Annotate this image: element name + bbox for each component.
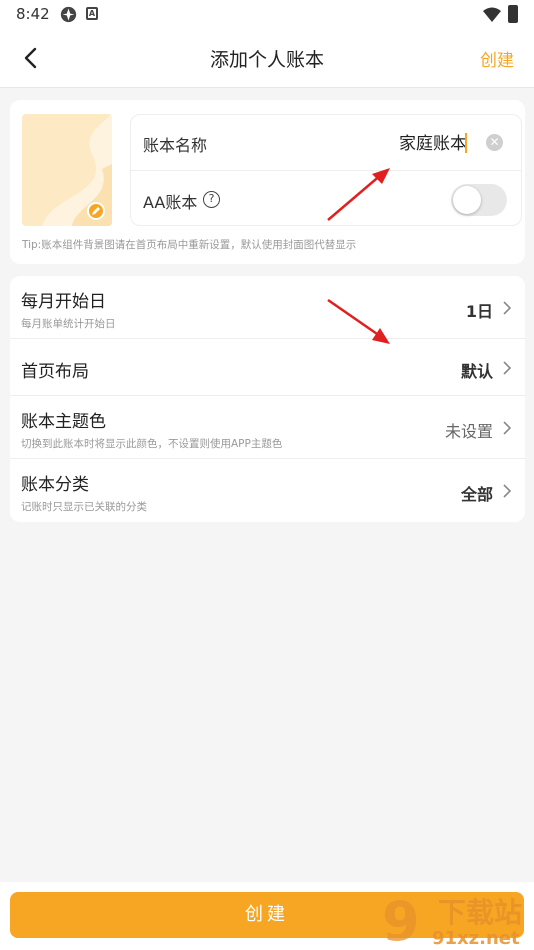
setting-title: 首页布局 xyxy=(21,362,89,382)
book-name-input[interactable]: 家庭账本 xyxy=(399,129,467,154)
annotation-arrow xyxy=(327,298,390,344)
chevron-right-icon xyxy=(503,301,512,315)
watermark-line1: 下载站 xyxy=(438,896,522,929)
chevron-right-icon xyxy=(503,484,512,498)
aa-book-label: AA账本 xyxy=(143,193,198,212)
setting-subtitle: 切换到此账本时将显示此颜色，不设置则使用APP主题色 xyxy=(21,438,283,450)
svg-text:9: 9 xyxy=(382,890,420,948)
status-bar: 8:42 A xyxy=(0,0,534,30)
setting-title: 账本分类 xyxy=(21,475,89,495)
aa-book-toggle[interactable] xyxy=(451,184,507,216)
text-cursor xyxy=(465,133,467,153)
question-icon[interactable]: ? xyxy=(203,191,220,208)
create-link[interactable]: 创建 xyxy=(480,46,514,71)
watermark-line2: 91xz.net xyxy=(432,928,520,948)
book-name-label: 账本名称 xyxy=(143,136,208,155)
header: 添加个人账本 创建 xyxy=(0,30,534,88)
chevron-right-icon xyxy=(503,421,512,435)
setting-value: 默认 xyxy=(460,362,493,381)
setting-value: 全部 xyxy=(460,485,493,504)
setting-value: 未设置 xyxy=(444,422,493,441)
setting-row-theme-color[interactable]: 账本主题色 切换到此账本时将显示此颜色，不设置则使用APP主题色 未设置 xyxy=(10,396,525,459)
annotation-arrow xyxy=(327,168,390,221)
settings-card: 每月开始日 每月账单统计开始日 1日 首页布局 默认 账本主题色 切换到此账本时… xyxy=(10,276,525,522)
app-notification-icon xyxy=(60,6,77,23)
toggle-knob xyxy=(453,186,481,214)
a-notification-icon: A xyxy=(86,7,98,20)
page-title: 添加个人账本 xyxy=(209,49,324,71)
setting-row-categories[interactable]: 账本分类 记账时只显示已关联的分类 全部 xyxy=(10,459,525,522)
setting-title: 每月开始日 xyxy=(21,292,106,312)
setting-subtitle: 记账时只显示已关联的分类 xyxy=(21,501,147,513)
wifi-icon xyxy=(483,7,501,22)
setting-row-home-layout[interactable]: 首页布局 默认 xyxy=(10,339,525,396)
setting-title: 账本主题色 xyxy=(21,412,106,432)
setting-value: 1日 xyxy=(465,302,493,321)
clear-icon[interactable]: ✕ xyxy=(486,134,503,151)
edit-cover-icon[interactable] xyxy=(87,202,105,220)
watermark-logo: 9 下载站 91xz.net xyxy=(382,890,522,948)
battery-icon xyxy=(508,5,518,23)
tip-text: Tip:账本组件背景图请在首页布局中重新设置，默认使用封面图代替显示 xyxy=(22,239,357,251)
status-time: 8:42 xyxy=(16,5,50,23)
setting-row-start-day[interactable]: 每月开始日 每月账单统计开始日 1日 xyxy=(10,276,525,339)
setting-subtitle: 每月账单统计开始日 xyxy=(21,318,116,330)
book-info-card: 账本名称 家庭账本 ✕ AA账本 ? Tip:账本组件背景图请在首页布局中重新设… xyxy=(10,100,525,264)
chevron-right-icon xyxy=(503,361,512,375)
